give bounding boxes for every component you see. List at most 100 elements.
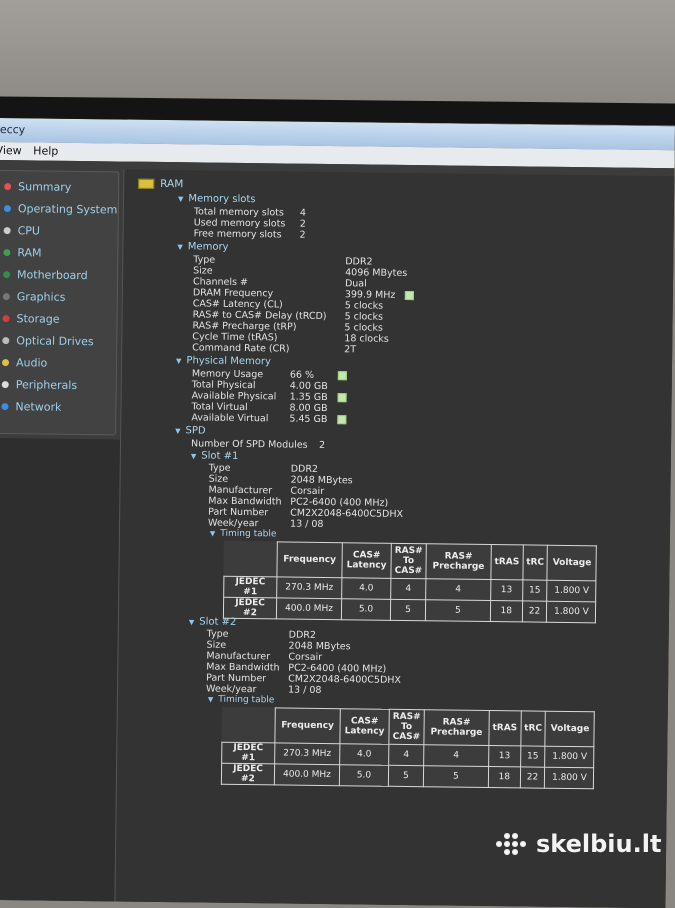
slot-2-size-value: 2048 MBytes <box>288 640 351 653</box>
slot-1-manufacturer-value: Corsair <box>290 485 325 497</box>
col-cas-latency: CAS# Latency <box>341 542 392 579</box>
cas-cell: 5.0 <box>341 598 391 621</box>
slot-1-type-value: DDR2 <box>290 463 319 475</box>
sidebar-item-peripherals[interactable]: Peripherals <box>1 378 78 392</box>
slot-1-part-number-label: Part Number <box>208 506 269 519</box>
frequency-cell: 270.3 MHz <box>276 576 342 599</box>
frequency-graph-icon[interactable] <box>404 290 414 301</box>
col-tras: tRAS <box>488 710 521 746</box>
watermark: skelbiu.lt <box>496 830 661 858</box>
table-row: JEDEC #2 400.0 MHz 5.0 5 5 18 22 1.800 V <box>223 597 597 623</box>
slot-2-type-label: Type <box>206 628 229 640</box>
sidebar-item-optical-drives[interactable]: Optical Drives <box>2 334 94 348</box>
memory-usage-graph-icon[interactable] <box>337 371 347 381</box>
slot-2-manufacturer-label: Manufacturer <box>206 650 271 663</box>
available-virtual-graph-icon[interactable] <box>337 415 347 425</box>
slot-2-timing-header[interactable]: ▼ Timing table <box>208 695 275 706</box>
slot-2-header[interactable]: ▼ Slot #2 <box>189 616 237 627</box>
sidebar-item-label: Motherboard <box>17 268 88 283</box>
physical-memory-header[interactable]: ▼ Physical Memory <box>176 355 271 367</box>
cas-cell: 5.0 <box>339 764 389 787</box>
sidebar-item-cpu[interactable]: CPU <box>3 224 41 237</box>
sidebar-item-audio[interactable]: Audio <box>1 356 47 370</box>
spd-header[interactable]: ▼ SPD <box>175 425 206 436</box>
memory-header[interactable]: ▼ Memory <box>177 241 229 253</box>
ras-precharge-value: 5 clocks <box>344 322 383 334</box>
slot-2-bandwidth-label: Max Bandwidth <box>206 661 280 674</box>
sidebar-item-graphics[interactable]: Graphics <box>2 290 65 304</box>
available-physical-value: 1.35 GB <box>289 391 328 404</box>
optical-drive-icon <box>2 337 10 345</box>
collapse-arrow-icon: ▼ <box>177 243 183 252</box>
dram-frequency-value: 399.9 MHz <box>344 289 396 301</box>
trc-cell: 22 <box>519 766 546 789</box>
memory-header-label: Memory <box>187 241 229 253</box>
sidebar-item-label: Network <box>15 400 62 414</box>
frequency-cell: 400.0 MHz <box>276 597 342 620</box>
memory-slots-header[interactable]: ▼ Memory slots <box>178 193 256 205</box>
col-voltage: Voltage <box>547 545 597 581</box>
window-title: eccy <box>0 122 26 137</box>
slot-2-week-year-value: 13 / 08 <box>287 684 322 696</box>
sidebar-item-network[interactable]: Network <box>1 400 61 414</box>
ras-to-cas-cell: 5 <box>390 599 426 621</box>
total-physical-value: 4.00 GB <box>289 380 328 393</box>
tras-cell: 18 <box>490 600 523 622</box>
command-rate-label: Command Rate (CR) <box>192 342 290 355</box>
network-icon <box>1 403 9 411</box>
app-body: Summary Operating System CPU RAM Motherb… <box>0 159 675 908</box>
ras-precharge-cell: 4 <box>423 744 489 767</box>
sidebar-item-motherboard[interactable]: Motherboard <box>3 268 88 282</box>
menu-view[interactable]: View <box>0 142 30 160</box>
cpu-icon <box>3 227 11 235</box>
row-header: JEDEC #2 <box>223 597 277 619</box>
command-rate-value: 2T <box>344 344 357 356</box>
sidebar-item-operating-system[interactable]: Operating System <box>3 202 117 216</box>
slot-1-manufacturer-label: Manufacturer <box>208 484 273 497</box>
col-frequency: Frequency <box>276 541 343 578</box>
voltage-cell: 1.800 V <box>544 767 595 789</box>
col-trc: tRC <box>520 710 546 747</box>
col-trc: tRC <box>522 544 548 581</box>
total-virtual-label: Total Virtual <box>191 401 248 414</box>
ras-precharge-cell: 5 <box>425 599 491 622</box>
slot-1-week-year-label: Week/year <box>207 517 259 530</box>
trc-cell: 15 <box>520 745 546 768</box>
menu-help[interactable]: Help <box>33 142 66 160</box>
available-physical-graph-icon[interactable] <box>337 393 347 403</box>
ras-precharge-cell: 5 <box>423 765 489 788</box>
sidebar-nav: Summary Operating System CPU RAM Motherb… <box>0 169 120 436</box>
slot-2-manufacturer-value: Corsair <box>288 651 323 663</box>
slot-1-week-year-value: 13 / 08 <box>289 518 324 530</box>
memory-usage-label: Memory Usage <box>191 368 264 381</box>
memory-usage-value: 66 % <box>289 369 315 381</box>
ram-details-panel[interactable]: RAM ▼ Memory slots Total memory slots 4 U… <box>114 169 675 908</box>
total-virtual-value: 8.00 GB <box>289 402 328 415</box>
memory-size-label: Size <box>193 265 213 277</box>
timing-corner-cell <box>224 541 277 577</box>
channels-value: Dual <box>344 278 367 290</box>
free-memory-slots-value: 2 <box>299 229 306 241</box>
table-row: JEDEC #2 400.0 MHz 5.0 5 5 18 22 1.800 V <box>221 763 595 789</box>
background-wall <box>0 0 675 110</box>
used-memory-slots-value: 2 <box>299 218 306 230</box>
slot-1-timing-header[interactable]: ▼ Timing table <box>210 529 277 540</box>
timing-header-row: Frequency CAS# Latency RAS# To CAS# RAS#… <box>222 707 595 747</box>
free-memory-slots-label: Free memory slots <box>193 228 282 241</box>
peripherals-icon <box>1 381 9 389</box>
collapse-arrow-icon: ▼ <box>177 195 184 204</box>
slot-1-header[interactable]: ▼ Slot #1 <box>191 450 239 461</box>
memory-size-value: 4096 MBytes <box>345 267 408 279</box>
sidebar-item-storage[interactable]: Storage <box>2 312 60 326</box>
sidebar-item-label: Summary <box>18 180 72 194</box>
spd-modules-value: 2 <box>318 439 326 451</box>
sidebar-item-summary[interactable]: Summary <box>4 180 71 194</box>
slot-2-size-label: Size <box>206 639 227 651</box>
sidebar-item-ram[interactable]: RAM <box>3 246 42 260</box>
trc-cell: 15 <box>522 579 548 602</box>
ras-to-cas-cell: 5 <box>388 765 424 787</box>
slot-2-week-year-label: Week/year <box>205 683 257 696</box>
slot-2-type-value: DDR2 <box>288 629 317 641</box>
total-memory-slots-value: 4 <box>299 207 306 219</box>
memory-type-label: Type <box>193 254 216 266</box>
